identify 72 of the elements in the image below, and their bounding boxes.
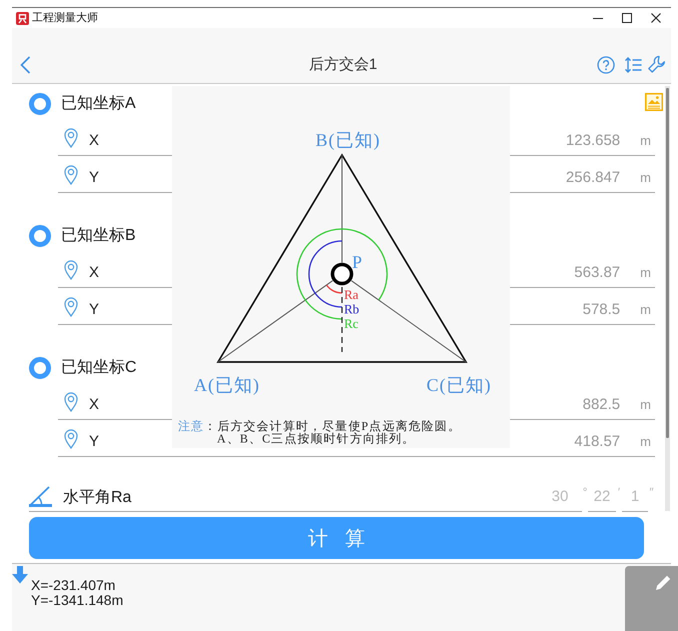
field-label: Y (89, 169, 100, 187)
note-text: 注意：后方交会计算时，尽量使P点远离危险圆。 (178, 419, 461, 433)
window-title: 工程测量大师 (32, 12, 98, 24)
section-title: 已知坐标A (61, 94, 136, 114)
down-arrow-icon (12, 566, 28, 584)
radius-label: Rc (344, 316, 358, 331)
angle-input[interactable]: 22 (588, 475, 616, 512)
coordinate-input[interactable]: 256.847 (566, 169, 620, 187)
unit-label: m (640, 433, 652, 451)
vertex-label: C(已知) (426, 375, 492, 395)
ring-icon (29, 225, 51, 247)
help-button[interactable] (597, 56, 615, 74)
unit-label: m (640, 301, 652, 319)
calculate-button[interactable]: 计算 (29, 517, 644, 559)
coordinate-input[interactable]: 418.57 (574, 433, 620, 451)
radius-label: Rb (344, 302, 360, 316)
location-pin-icon (64, 260, 78, 280)
image-icon (645, 93, 663, 111)
result-text: Y=-1341.148m (31, 593, 124, 608)
angle-input[interactable]: 1 (622, 475, 648, 512)
maximize-icon (622, 13, 632, 23)
wrench-icon (647, 55, 666, 74)
back-button[interactable] (20, 56, 31, 74)
unit-label: m (640, 169, 652, 187)
back-icon (20, 56, 31, 74)
unit-label: m (640, 396, 652, 414)
note-text: A、B、C三点按顺时针方向排列。 (217, 432, 416, 446)
field-label: Y (89, 433, 100, 451)
location-pin-icon (64, 429, 78, 449)
close-icon (650, 13, 660, 23)
field-label: X (89, 396, 100, 414)
angle-icon (29, 485, 52, 507)
unit-label: m (640, 132, 652, 150)
location-pin-icon (64, 165, 78, 185)
page-title: 后方交会1 (308, 54, 378, 74)
app-logo-icon (16, 12, 29, 24)
coordinate-input[interactable]: 563.87 (574, 264, 620, 282)
location-pin-icon (64, 128, 78, 148)
result-text: X=-231.407m (31, 578, 116, 593)
tools-button[interactable] (647, 55, 666, 74)
radius-label: Ra (344, 287, 358, 302)
field-label: Y (89, 301, 100, 319)
angle-unit: ° (582, 486, 588, 498)
help-icon (597, 56, 615, 74)
coordinate-input[interactable]: 123.658 (566, 132, 620, 150)
field-label: 水平角Ra (63, 488, 132, 507)
field-label: X (89, 264, 100, 282)
edit-button[interactable] (625, 566, 678, 631)
section-title: 已知坐标C (61, 358, 137, 378)
sort-button[interactable] (624, 56, 642, 74)
image-button[interactable] (645, 93, 663, 111)
section-title: 已知坐标B (61, 226, 136, 246)
vertex-label: B(已知) (316, 130, 380, 150)
location-pin-icon (64, 297, 78, 317)
coordinate-input[interactable]: 882.5 (582, 396, 620, 414)
station-marker (330, 262, 354, 286)
station-label: P (352, 252, 364, 272)
coordinate-input[interactable]: 578.5 (582, 301, 620, 319)
pencil-icon (654, 574, 672, 592)
field-label: X (89, 132, 100, 150)
angle-unit: ″ (648, 486, 655, 498)
dashed-line (341, 287, 343, 352)
ring-icon (29, 357, 51, 379)
sort-icon (624, 56, 642, 74)
location-pin-icon (64, 392, 78, 412)
angle-input[interactable]: 30 (538, 475, 582, 512)
unit-label: m (640, 264, 652, 282)
scrollbar[interactable] (665, 86, 670, 511)
angle-unit: ′ (616, 486, 622, 498)
scrollbar-thumb[interactable] (666, 88, 669, 438)
ring-icon (29, 93, 51, 115)
vertex-label: A(已知) (194, 375, 260, 395)
